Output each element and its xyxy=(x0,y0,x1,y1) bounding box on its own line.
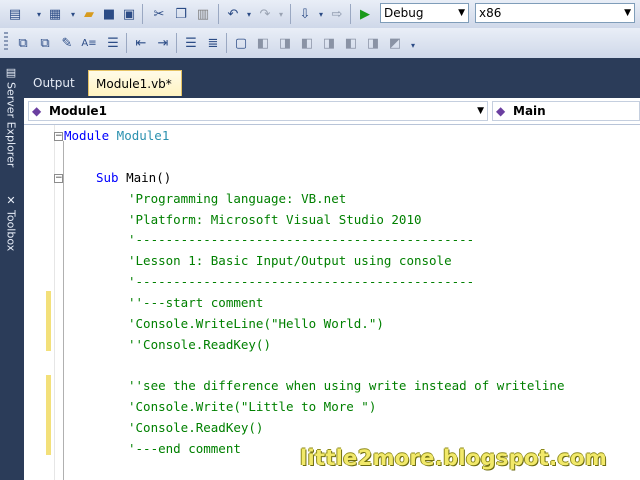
comment-line: ''see the difference when using write in… xyxy=(128,378,565,393)
comment-line: ''---start comment xyxy=(128,295,264,310)
tab-output-label: Output xyxy=(33,76,75,90)
code-line: Sub Main() xyxy=(96,168,171,188)
save-all-icon[interactable]: ▣ xyxy=(120,5,138,23)
save-icon[interactable]: ■ xyxy=(100,5,118,23)
new-project-icon[interactable]: ▤ xyxy=(6,5,24,23)
comment-line: ''Console.ReadKey() xyxy=(128,337,271,352)
bookmark-next-icon[interactable]: ◨ xyxy=(276,34,294,52)
cut-icon[interactable]: ✂ xyxy=(150,5,168,23)
toolbar-options-icon[interactable]: ▾ xyxy=(404,36,422,54)
method-signature: Main() xyxy=(118,170,172,185)
outdent-icon[interactable]: ⇥ xyxy=(154,34,172,52)
bookmark-icon-2[interactable]: ◨ xyxy=(320,34,338,52)
comment-line: '---end comment xyxy=(128,441,241,456)
tab-module1[interactable]: Module1.vb* xyxy=(88,70,182,96)
comment-line: 'Console.Write("Little to More ") xyxy=(128,399,377,414)
code-editor[interactable]: − − Module Module1 Sub Main() 'Programmi… xyxy=(24,125,640,480)
member-dropdown-value: Main xyxy=(513,104,546,118)
fold-guide xyxy=(63,141,64,480)
chevron-down-icon: ▼ xyxy=(458,8,465,18)
method-icon: ◆ xyxy=(496,104,506,118)
standard-toolbar: ▤ ▾ ▦ ▾ ▰ ■ ▣ ✂ ❐ ▥ ↶ ▾ ↷ ▾ ⇩ ▾ ⇨ ▶ Debu… xyxy=(0,0,640,29)
add-item-icon[interactable]: ▦ xyxy=(46,5,64,23)
change-indicator xyxy=(46,375,51,455)
separator xyxy=(290,4,291,24)
code-line: Module Module1 xyxy=(64,126,169,146)
separator xyxy=(126,33,127,53)
bookmark-icon[interactable]: ▢ xyxy=(232,34,250,52)
bookmark-clear-icon[interactable]: ◩ xyxy=(386,34,404,52)
text-editor-toolbar: ⧉ ⧉ ✎ A≡ ☰ ⇤ ⇥ ☰ ≣ ▢ ◧ ◨ ◧ ◨ ◧ ◨ ◩ ▾ xyxy=(0,28,640,59)
open-icon[interactable]: ▰ xyxy=(80,5,98,23)
server-icon: ▤ xyxy=(4,66,18,79)
type-dropdown-value: Module1 xyxy=(49,104,107,118)
bookmark-icon-4[interactable]: ◨ xyxy=(364,34,382,52)
change-indicator xyxy=(46,291,51,351)
toolbar-icon-5[interactable]: ☰ xyxy=(104,34,122,52)
chevron-down-icon: ▼ xyxy=(624,8,631,18)
comment-line: '---------------------------------------… xyxy=(128,232,475,247)
separator xyxy=(350,4,351,24)
tab-module1-label: Module1.vb* xyxy=(96,77,172,91)
toolbox-icon: ✕ xyxy=(4,194,18,207)
toolbox-label: Toolbox xyxy=(4,210,18,252)
platform-value: x86 xyxy=(479,6,502,20)
toolbox-tab[interactable]: ✕ Toolbox xyxy=(0,194,22,274)
comment-line: 'Console.ReadKey() xyxy=(128,420,264,435)
indent-icon[interactable]: ⇤ xyxy=(132,34,150,52)
toolbar-icon-3[interactable]: ✎ xyxy=(58,34,76,52)
left-dock: ▤ Server Explorer ✕ Toolbox xyxy=(0,58,24,480)
separator xyxy=(176,33,177,53)
toolbar-grip[interactable] xyxy=(4,32,8,52)
type-name: Module1 xyxy=(109,128,170,143)
bookmark-icon-3[interactable]: ◧ xyxy=(342,34,360,52)
collapse-module-icon[interactable]: − xyxy=(54,132,63,141)
find-icon[interactable]: ⇨ xyxy=(328,5,346,23)
toolbar-icon-1[interactable]: ⧉ xyxy=(14,34,32,52)
member-dropdown[interactable]: ◆ Main xyxy=(492,101,640,121)
comment-line: '---------------------------------------… xyxy=(128,274,475,289)
bookmark-folder-icon[interactable]: ◧ xyxy=(298,34,316,52)
keyword: Sub xyxy=(96,170,119,185)
chevron-down-icon: ▼ xyxy=(477,106,484,116)
keyword: Module xyxy=(64,128,110,143)
bookmark-prev-icon[interactable]: ◧ xyxy=(254,34,272,52)
configuration-dropdown[interactable]: Debug ▼ xyxy=(380,3,469,23)
comment-line: 'Platform: Microsoft Visual Studio 2010 xyxy=(128,212,422,227)
tab-output[interactable]: Output xyxy=(26,70,82,96)
type-dropdown[interactable]: ◆ Module1 ▼ xyxy=(28,101,488,121)
uncomment-icon[interactable]: ≣ xyxy=(204,34,222,52)
toolbar-icon-2[interactable]: ⧉ xyxy=(36,34,54,52)
watermark: little2more.blogspot.com xyxy=(300,446,608,470)
comment-line: 'Programming language: VB.net xyxy=(128,191,347,206)
server-explorer-tab[interactable]: ▤ Server Explorer xyxy=(0,66,22,186)
toolbar-icon-4[interactable]: A≡ xyxy=(80,34,98,52)
module-icon: ◆ xyxy=(32,104,42,118)
platform-dropdown[interactable]: x86 ▼ xyxy=(475,3,635,23)
separator xyxy=(226,33,227,53)
navigation-bar: ◆ Module1 ▼ ◆ Main xyxy=(24,98,640,125)
comment-line: 'Console.WriteLine("Hello World.") xyxy=(128,316,384,331)
separator xyxy=(142,4,143,24)
start-debug-icon[interactable]: ▶ xyxy=(356,5,374,23)
paste-icon[interactable]: ▥ xyxy=(194,5,212,23)
dropdown-arrow-icon[interactable]: ▾ xyxy=(272,5,290,23)
configuration-value: Debug xyxy=(384,6,424,20)
copy-icon[interactable]: ❐ xyxy=(172,5,190,23)
separator xyxy=(218,4,219,24)
collapse-sub-icon[interactable]: − xyxy=(54,174,63,183)
comment-icon[interactable]: ☰ xyxy=(182,34,200,52)
comment-line: 'Lesson 1: Basic Input/Output using cons… xyxy=(128,253,452,268)
document-tab-strip: Output Module1.vb* xyxy=(24,58,640,98)
server-explorer-label: Server Explorer xyxy=(4,82,18,168)
